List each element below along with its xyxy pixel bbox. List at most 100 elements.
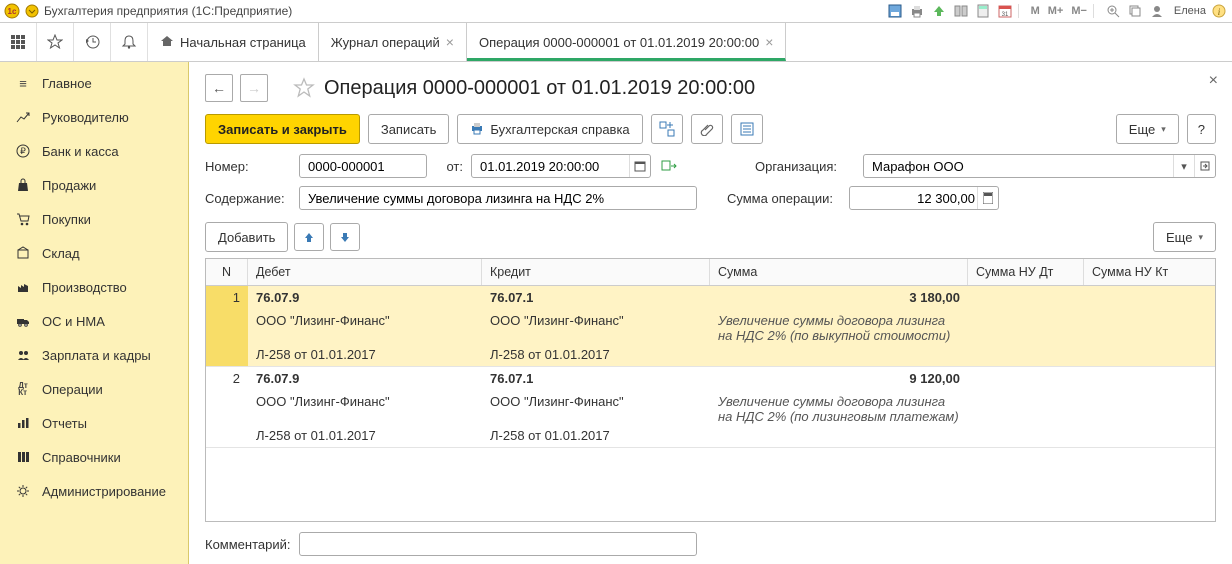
sum-input-field[interactable] (856, 190, 977, 207)
dtkt-icon: ДтКт (14, 382, 32, 396)
bell-icon[interactable] (112, 25, 146, 59)
info-icon[interactable]: i (1210, 2, 1228, 20)
entries-grid: N Дебет Кредит Сумма Сумма НУ Дт Сумма Н… (205, 258, 1216, 522)
favorite-star-icon[interactable] (292, 76, 316, 100)
box-icon (14, 246, 32, 260)
number-input-field[interactable] (306, 158, 420, 175)
sidebar-item-warehouse[interactable]: Склад (0, 236, 188, 270)
sidebar-item-sales[interactable]: Продажи (0, 168, 188, 202)
print-report-label: Бухгалтерская справка (490, 122, 629, 137)
sum-label: Сумма операции: (727, 191, 841, 206)
list-button[interactable] (731, 114, 763, 144)
comment-label: Комментарий: (205, 537, 291, 552)
tab-journal[interactable]: Журнал операций × (319, 23, 467, 61)
cell-k-acc: 76.07.1 (482, 286, 710, 309)
help-button[interactable]: ? (1187, 114, 1216, 144)
save-button[interactable]: Записать (368, 114, 450, 144)
apps-grid-icon[interactable] (1, 25, 35, 59)
add-row-button[interactable]: Добавить (205, 222, 288, 252)
sidebar-item-assets[interactable]: ОС и НМА (0, 304, 188, 338)
svg-text:₽: ₽ (20, 146, 26, 156)
sidebar-item-production[interactable]: Производство (0, 270, 188, 304)
grid-row[interactable]: 1 76.07.9 76.07.1 3 180,00 ООО "Лизинг-Ф… (206, 286, 1215, 367)
calculator-small-icon[interactable] (977, 187, 998, 209)
sidebar-item-main[interactable]: ≡Главное (0, 66, 188, 100)
print-icon[interactable] (908, 2, 926, 20)
factory-icon (14, 280, 32, 294)
sidebar-item-label: Зарплата и кадры (42, 348, 151, 363)
more-label: Еще (1129, 122, 1155, 137)
list-more-button[interactable]: Еще ▾ (1153, 222, 1216, 252)
move-down-button[interactable] (330, 223, 360, 251)
close-icon[interactable]: × (446, 34, 454, 50)
cell-d-sub2: Л-258 от 01.01.2017 (248, 343, 482, 366)
col-sum-nu-dt[interactable]: Сумма НУ Дт (968, 259, 1084, 285)
col-sum-nu-kt[interactable]: Сумма НУ Кт (1084, 259, 1200, 285)
star-icon[interactable] (38, 25, 72, 59)
memory-mminus[interactable]: M− (1069, 5, 1089, 17)
content-input[interactable] (299, 186, 697, 210)
sidebar-item-salary[interactable]: Зарплата и кадры (0, 338, 188, 372)
dtkt-tool-button[interactable] (651, 114, 683, 144)
cell-k-acc: 76.07.1 (482, 367, 710, 390)
sidebar-item-label: Отчеты (42, 416, 87, 431)
tab-current[interactable]: Операция 0000-000001 от 01.01.2019 20:00… (467, 23, 786, 61)
save-close-button[interactable]: Записать и закрыть (205, 114, 360, 144)
svg-text:1c: 1c (8, 7, 17, 16)
tab-home[interactable]: Начальная страница (148, 23, 319, 61)
grid-row[interactable]: 2 76.07.9 76.07.1 9 120,00 ООО "Лизинг-Ф… (206, 367, 1215, 448)
more-button[interactable]: Еще ▾ (1116, 114, 1179, 144)
history-icon[interactable] (75, 25, 109, 59)
grid-body[interactable]: 1 76.07.9 76.07.1 3 180,00 ООО "Лизинг-Ф… (206, 286, 1215, 521)
calendar-icon[interactable]: 31 (996, 2, 1014, 20)
open-icon[interactable] (1194, 155, 1215, 177)
page-title: Операция 0000-000001 от 01.01.2019 20:00… (324, 77, 755, 100)
org-input[interactable]: ▾ (863, 154, 1216, 178)
user-name[interactable]: Елена (1170, 5, 1206, 17)
chevron-down-icon[interactable]: ▾ (1173, 155, 1194, 177)
col-sum[interactable]: Сумма (710, 259, 968, 285)
org-input-field[interactable] (870, 158, 1173, 175)
period-icon[interactable] (659, 156, 679, 176)
number-input[interactable] (299, 154, 427, 178)
calculator-icon[interactable] (974, 2, 992, 20)
save-disk-icon[interactable] (886, 2, 904, 20)
sidebar-item-catalogs[interactable]: Справочники (0, 440, 188, 474)
sidebar-item-operations[interactable]: ДтКтОперации (0, 372, 188, 406)
comment-input[interactable] (299, 532, 697, 556)
date-input-field[interactable] (478, 158, 629, 175)
calendar-picker-icon[interactable] (629, 155, 650, 177)
zoom-icon[interactable] (1104, 2, 1122, 20)
windows-icon[interactable] (1126, 2, 1144, 20)
sidebar-item-manager[interactable]: Руководителю (0, 100, 188, 134)
page-close-button[interactable]: × (1209, 72, 1218, 90)
sidebar-item-label: Покупки (42, 212, 91, 227)
sidebar-item-purchases[interactable]: Покупки (0, 202, 188, 236)
user-icon[interactable] (1148, 2, 1166, 20)
close-icon[interactable]: × (765, 34, 773, 50)
sidebar-item-label: Продажи (42, 178, 96, 193)
sidebar-item-bank[interactable]: ₽Банк и касса (0, 134, 188, 168)
nav-back-button[interactable]: ← (205, 74, 233, 102)
memory-m[interactable]: M (1029, 5, 1042, 17)
cell-n: 1 (206, 286, 248, 309)
home-icon (160, 34, 174, 51)
sidebar-item-admin[interactable]: Администрирование (0, 474, 188, 508)
move-up-button[interactable] (294, 223, 324, 251)
arrow-up-green-icon[interactable] (930, 2, 948, 20)
attach-button[interactable] (691, 114, 723, 144)
cell-d-acc: 76.07.9 (248, 286, 482, 309)
print-report-button[interactable]: Бухгалтерская справка (457, 114, 642, 144)
sidebar-item-reports[interactable]: Отчеты (0, 406, 188, 440)
dropdown-icon[interactable] (24, 3, 40, 19)
date-input[interactable] (471, 154, 651, 178)
sum-input[interactable] (849, 186, 999, 210)
comment-input-field[interactable] (306, 536, 690, 553)
memory-mplus[interactable]: M+ (1046, 5, 1066, 17)
col-credit[interactable]: Кредит (482, 259, 710, 285)
cell-note: Увеличение суммы договора лизинга на НДС… (710, 309, 968, 343)
col-n[interactable]: N (206, 259, 248, 285)
col-debit[interactable]: Дебет (248, 259, 482, 285)
compare-icon[interactable] (952, 2, 970, 20)
content-input-field[interactable] (306, 190, 690, 207)
